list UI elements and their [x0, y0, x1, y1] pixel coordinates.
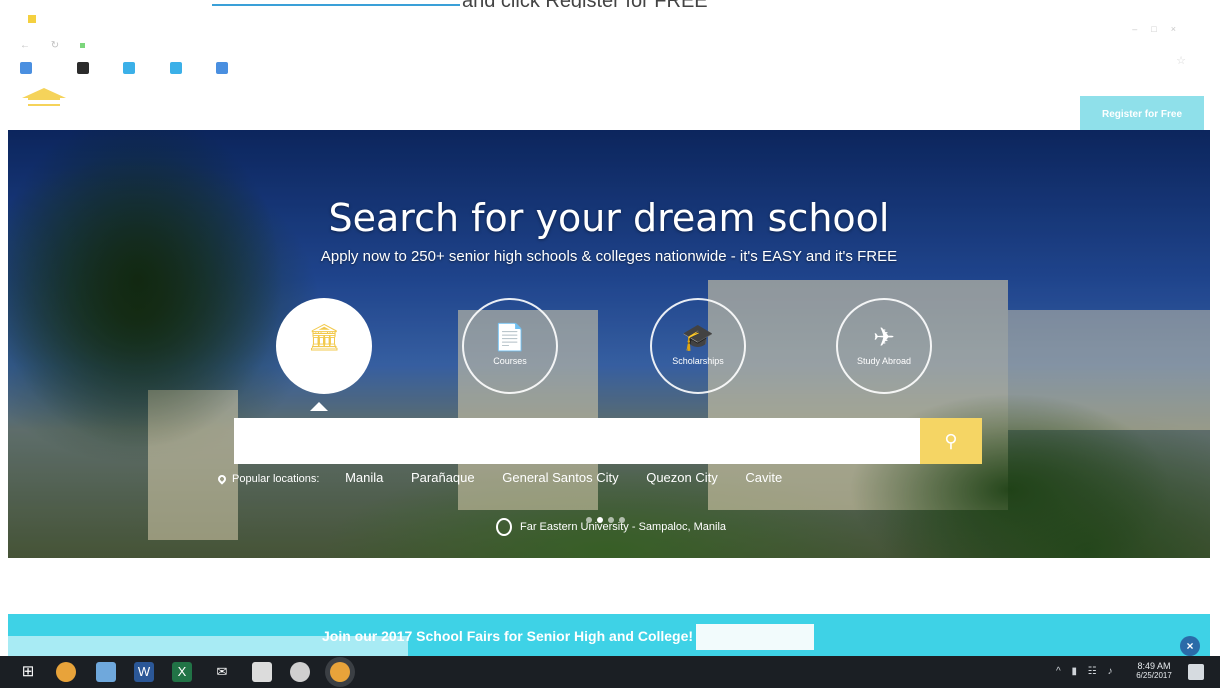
bookmark-icon — [169, 62, 182, 74]
bookmark-icon — [76, 62, 89, 74]
institution-icon: 🏛 — [307, 322, 341, 352]
secure-icon — [79, 42, 85, 48]
hero-caption: Far Eastern University - Sampaloc, Manil… — [496, 518, 726, 536]
minimize-icon[interactable]: – — [1132, 24, 1151, 34]
chrome-icon[interactable] — [56, 662, 76, 682]
bookmark-item[interactable] — [123, 62, 141, 74]
instruction-text: and click Register for FREE — [462, 0, 708, 8]
maximize-icon[interactable]: □ — [1151, 24, 1170, 34]
start-icon[interactable]: ⊞ — [18, 662, 38, 682]
close-window-icon[interactable]: × — [1171, 24, 1190, 34]
site-logo[interactable] — [18, 86, 138, 122]
screenshot-page: and click Register for FREE –□× ← ↻ ☆ Re — [0, 0, 1220, 688]
windows-taskbar: ⊞ W X ✉ ^ ▮ ☷ ♪ 8:49 AM 6/25/2017 — [0, 656, 1220, 688]
chrome-active-icon[interactable] — [330, 662, 350, 682]
browser-chrome: –□× ← ↻ ☆ — [0, 8, 1220, 80]
category-scholarships[interactable]: 🎓 Scholarships — [650, 298, 746, 394]
bookmark-item[interactable] — [20, 62, 38, 74]
system-tray[interactable]: ^ ▮ ☷ ♪ — [1056, 666, 1117, 677]
bookmark-star-icon[interactable]: ☆ — [1176, 54, 1186, 67]
location-link-general-santos[interactable]: General Santos City — [502, 470, 618, 485]
word-icon[interactable]: W — [134, 662, 154, 682]
taskbar-clock[interactable]: 8:49 AM 6/25/2017 — [1126, 661, 1182, 680]
promo-text: Join our 2017 School Fairs for Senior Hi… — [322, 628, 694, 644]
logo-roof-icon — [22, 88, 66, 98]
popular-locations: Popular locations: Manila Parañaque Gene… — [216, 470, 806, 492]
category-label: Courses — [493, 356, 527, 366]
back-icon[interactable]: ← — [20, 40, 30, 51]
map-pin-icon — [216, 473, 228, 485]
hero-banner: Search for your dream school Apply now t… — [8, 130, 1210, 558]
category-label: Scholarships — [672, 356, 724, 366]
notification-icon[interactable] — [1188, 664, 1204, 680]
location-link-quezon-city[interactable]: Quezon City — [646, 470, 718, 485]
bookmark-icon — [20, 62, 32, 74]
file-explorer-icon[interactable] — [96, 662, 116, 682]
browser-tab[interactable] — [28, 13, 42, 23]
hero-title: Search for your dream school — [328, 196, 890, 240]
popular-locations-label: Popular locations: — [216, 473, 319, 485]
category-label: Study Abroad — [856, 356, 912, 366]
reload-icon[interactable]: ↻ — [51, 40, 59, 51]
location-link-cavite[interactable]: Cavite — [745, 470, 782, 485]
excel-icon[interactable]: X — [172, 662, 192, 682]
bookmarks-bar — [20, 62, 260, 76]
category-schools[interactable]: 🏛 — [276, 298, 372, 394]
school-search-input[interactable] — [234, 418, 920, 464]
sticky-notes-icon[interactable] — [252, 662, 272, 682]
favicon-icon — [28, 14, 36, 23]
hero-subtitle: Apply now to 250+ senior high schools & … — [320, 248, 898, 265]
category-study-abroad[interactable]: ✈ Study Abroad — [836, 298, 932, 394]
mail-icon[interactable]: ✉ — [212, 662, 232, 682]
app-icon[interactable] — [290, 662, 310, 682]
bookmark-item[interactable] — [76, 62, 95, 74]
university-seal-icon — [496, 518, 512, 536]
search-button[interactable]: ⚲ — [920, 418, 982, 464]
clock-time: 8:49 AM — [1137, 661, 1171, 671]
promo-bar: Join our 2017 School Fairs for Senior Hi… — [8, 614, 1210, 660]
clock-date: 6/25/2017 — [1136, 671, 1172, 680]
location-link-paranaque[interactable]: Parañaque — [411, 470, 475, 485]
category-courses[interactable]: 📄 Courses — [462, 298, 558, 394]
bookmark-item[interactable] — [216, 62, 234, 74]
location-link-manila[interactable]: Manila — [345, 470, 383, 485]
instruction-link[interactable] — [212, 0, 460, 6]
window-controls: –□× — [1132, 24, 1190, 34]
search-icon: ⚲ — [944, 431, 958, 451]
promo-button[interactable] — [696, 624, 814, 650]
bookmark-icon — [123, 62, 136, 74]
browser-nav-row: ← ↻ — [20, 40, 201, 51]
category-pointer — [310, 402, 328, 411]
logo-columns-icon — [28, 98, 60, 106]
register-button[interactable]: Register for Free — [1080, 96, 1204, 134]
airplane-icon: ✈ — [873, 322, 895, 352]
graduation-cap-icon: 🎓 — [681, 322, 715, 352]
bookmark-icon — [216, 62, 229, 74]
instruction-strip: and click Register for FREE — [0, 0, 1220, 8]
document-icon: 📄 — [493, 322, 527, 352]
bookmark-item[interactable] — [169, 62, 188, 74]
close-icon[interactable]: × — [1180, 636, 1200, 656]
